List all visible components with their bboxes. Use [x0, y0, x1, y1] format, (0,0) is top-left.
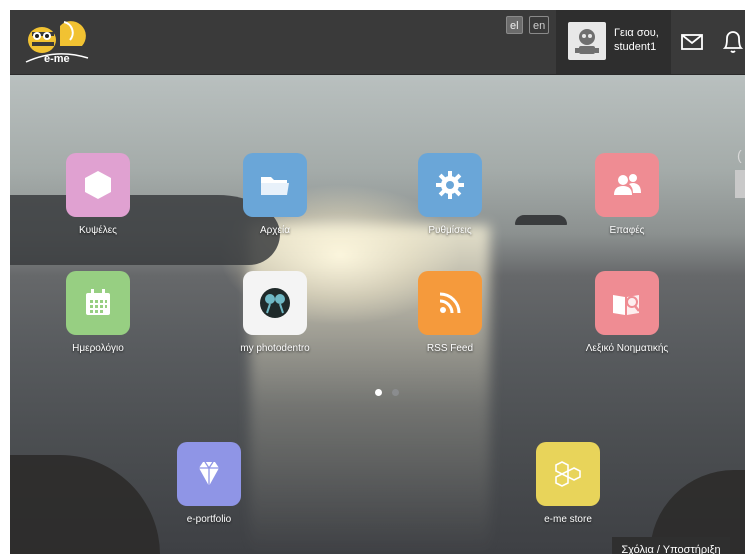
app-tile[interactable] [66, 153, 130, 217]
lang-en-button[interactable]: en [529, 16, 550, 34]
app-e-portfolio[interactable]: e-portfolio [154, 442, 264, 525]
hexagon-icon [85, 171, 111, 199]
app-tile[interactable] [243, 153, 307, 217]
app-tile[interactable] [177, 442, 241, 506]
diamond-icon [199, 461, 219, 486]
page-dot[interactable] [392, 389, 399, 396]
app-rss-feed[interactable]: RSS Feed [395, 271, 505, 354]
islet-silhouette [515, 215, 567, 225]
app-kypseles[interactable]: Κυψέλες [43, 153, 153, 236]
app-tile[interactable] [595, 153, 659, 217]
rss-icon [439, 292, 461, 314]
app-tile[interactable] [66, 271, 130, 335]
user-menu[interactable]: Γεια σου, student1 [556, 10, 671, 74]
app-e-me-store[interactable]: e-me store [513, 442, 623, 525]
app-tile[interactable] [595, 271, 659, 335]
avatar[interactable] [568, 22, 606, 60]
app-sign-dictionary[interactable]: Λεξικό Νοηματικής [572, 271, 682, 354]
app-tile[interactable] [418, 271, 482, 335]
honeycomb-icon [555, 461, 581, 487]
calendar-icon [86, 289, 110, 315]
app-label: Επαφές [609, 225, 645, 236]
app-files[interactable]: Αρχεία [220, 153, 330, 236]
contacts-icon [614, 174, 641, 195]
app-label: Κυψέλες [78, 225, 117, 236]
app-label: my photodentro [240, 343, 310, 354]
greeting-username: student1 [614, 41, 657, 53]
e-me-logo[interactable]: e-me [20, 16, 92, 68]
app-label: RSS Feed [426, 343, 474, 354]
desktop-background: ( Κυψέλες Αρχεία Ρυθμίσεις Επαφές Ημερολ… [10, 75, 745, 554]
feedback-support-button[interactable]: Σχόλια / Υποστήριξη [612, 537, 730, 554]
app-settings[interactable]: Ρυθμίσεις [395, 153, 505, 236]
app-tile[interactable] [243, 271, 307, 335]
page-dot-active[interactable] [375, 389, 382, 396]
app-label: Ημερολόγιο [72, 343, 124, 354]
side-scroll-handle[interactable] [735, 170, 745, 198]
top-bar: e-me el en Γεια σου, student1 [10, 10, 745, 75]
app-window: e-me el en Γεια σου, student1 (Κυψέλες … [10, 10, 745, 554]
app-my-photodentro[interactable]: my photodentro [220, 271, 330, 354]
bell-icon[interactable] [721, 26, 745, 56]
page-indicator [375, 383, 409, 401]
gear-icon [436, 171, 464, 199]
app-tile[interactable] [536, 442, 600, 506]
greeting-line1: Γεια σου, [614, 27, 659, 39]
scroll-hint: ( [737, 147, 742, 163]
app-label: Ρυθμίσεις [428, 225, 472, 236]
cliff-left [10, 455, 160, 554]
app-tile[interactable] [418, 153, 482, 217]
app-contacts[interactable]: Επαφές [572, 153, 682, 236]
photodentro-icon [260, 288, 290, 318]
app-label: e-portfolio [186, 514, 232, 525]
app-label: e-me store [544, 514, 592, 525]
folder-icon [261, 177, 289, 195]
greeting: Γεια σου, student1 [614, 26, 659, 54]
logo-text: e-me [44, 53, 70, 65]
app-calendar[interactable]: Ημερολόγιο [43, 271, 153, 354]
mail-icon[interactable] [678, 28, 706, 56]
robot-avatar-icon [575, 29, 599, 54]
app-label: Λεξικό Νοηματικής [585, 343, 669, 354]
app-label: Αρχεία [259, 225, 291, 236]
dictionary-icon [613, 295, 640, 315]
lang-el-button[interactable]: el [506, 16, 523, 34]
